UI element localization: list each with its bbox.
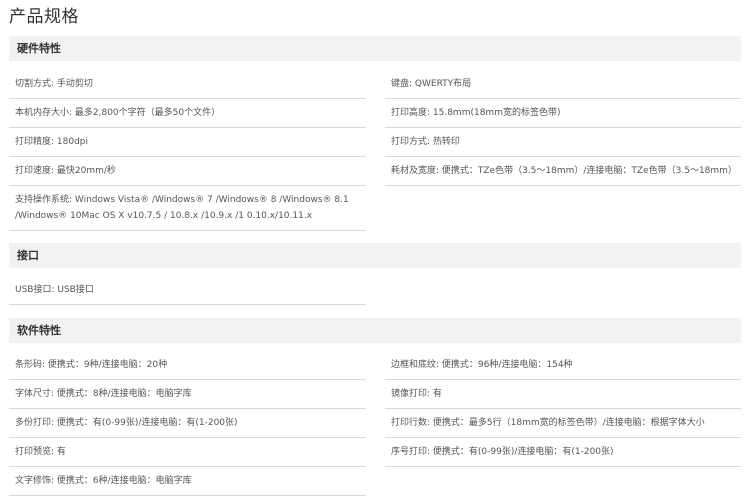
spec-page: 产品规格 硬件特性 切割方式: 手动剪切 本机内存大小: 最多2,800个字符（… — [0, 0, 750, 499]
spec-mirror-print: 镜像打印: 有 — [385, 380, 741, 409]
section-header-interface: 接口 — [9, 243, 741, 268]
spec-consumables: 耗材及宽度: 便携式：TZe色带（3.5～18mm）/连接电脑：TZe色带（3.… — [385, 157, 741, 186]
spec-usb-interface: USB接口: USB接口 — [9, 276, 366, 305]
spec-keyboard: 键盘: QWERTY布局 — [385, 70, 741, 99]
spec-print-method: 打印方式: 热转印 — [385, 128, 741, 157]
spec-memory: 本机内存大小: 最多2,800个字符（最多50个文件） — [9, 99, 366, 128]
spec-print-speed: 打印速度: 最快20mm/秒 — [9, 157, 366, 186]
section-header-software: 软件特性 — [9, 318, 741, 343]
spec-print-height: 打印高度: 15.8mm(18mm宽的标签色带) — [385, 99, 741, 128]
spec-print-preview: 打印预览: 有 — [9, 438, 366, 467]
spec-text-decoration: 文字修饰: 便携式：6种/连接电脑：电脑字库 — [9, 467, 366, 496]
spec-multi-copy: 多份打印: 便携式：有(0-99张)/连接电脑：有(1-200张) — [9, 409, 366, 438]
spec-print-lines: 打印行数: 便携式：最多5行（18mm宽的标签色带）/连接电脑：根据字体大小 — [385, 409, 741, 438]
spec-font-size: 字体尺寸: 便携式：8种/连接电脑：电脑字库 — [9, 380, 366, 409]
section-header-hardware: 硬件特性 — [9, 36, 741, 61]
spec-resolution: 打印精度: 180dpi — [9, 128, 366, 157]
spec-serial-print: 序号打印: 便携式：有(0-99张)/连接电脑：有(1-200张) — [385, 438, 741, 467]
page-title: 产品规格 — [9, 7, 79, 27]
spec-barcode: 条形码: 便携式：9种/连接电脑：20种 — [9, 351, 366, 380]
spec-frames-shading: 边框和底纹: 便携式：96种/连接电脑：154种 — [385, 351, 741, 380]
spec-cutting-method: 切割方式: 手动剪切 — [9, 70, 366, 99]
spec-os-support: 支持操作系统: Windows Vista® /Windows® 7 /Wind… — [9, 186, 366, 231]
